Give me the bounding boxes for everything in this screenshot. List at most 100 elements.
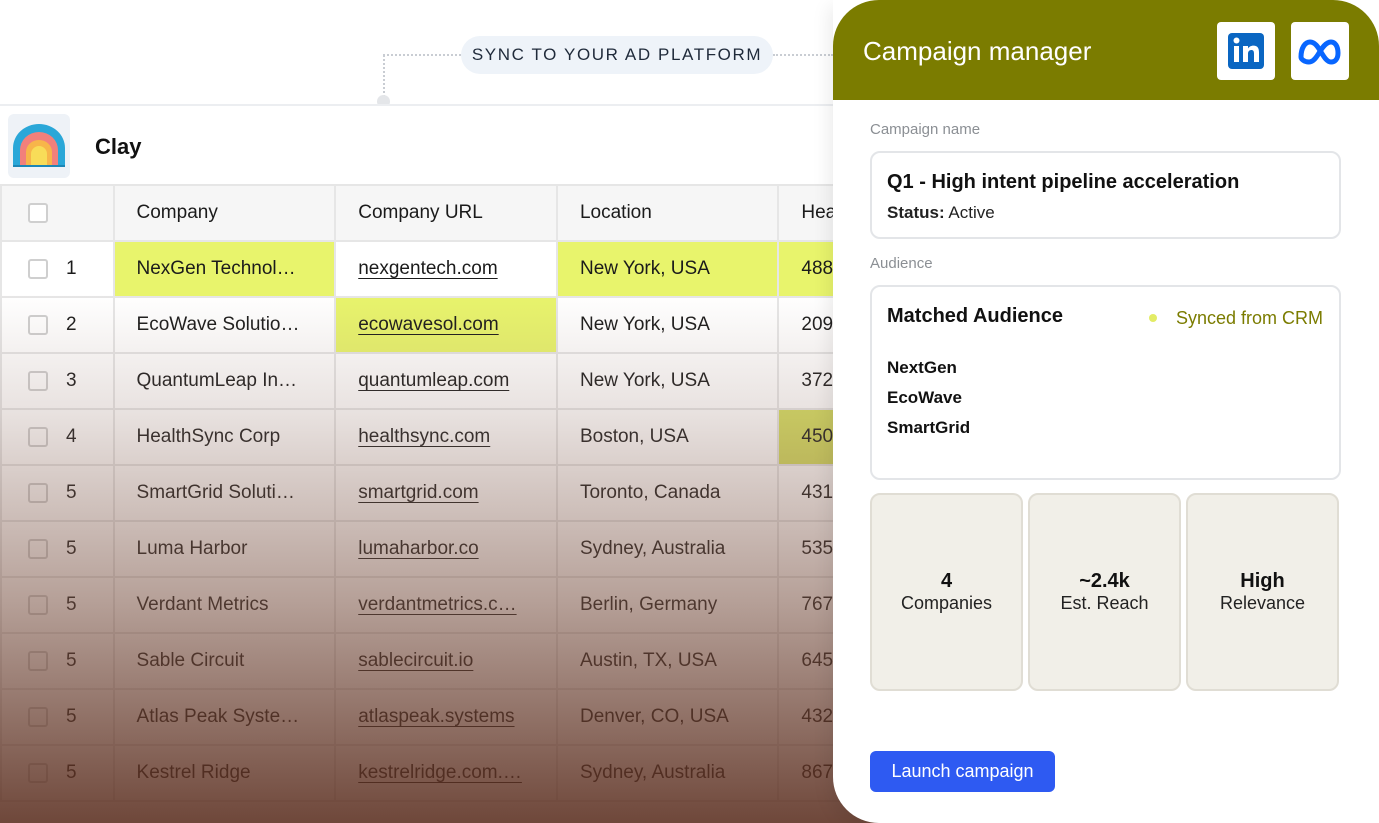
row-checkbox[interactable] xyxy=(28,482,48,503)
table-row[interactable]: 2 EcoWave Solutio… ecowavesol.com New Yo… xyxy=(0,296,880,354)
meta-icon[interactable] xyxy=(1291,22,1349,80)
status-dot-icon xyxy=(1148,314,1157,322)
row-checkbox[interactable] xyxy=(28,314,48,335)
column-header-company-url[interactable]: Company URL xyxy=(334,184,558,242)
stat-card-reach: ~2.4k Est. Reach xyxy=(1028,493,1181,691)
status-value: Active xyxy=(948,203,995,222)
audience-item: EcoWave xyxy=(887,388,962,407)
status-label: Status: xyxy=(887,203,945,222)
location-cell[interactable]: New York, USA xyxy=(555,240,780,298)
company-cell[interactable]: QuantumLeap In… xyxy=(112,352,337,410)
company-cell[interactable]: EcoWave Solutio… xyxy=(112,296,337,354)
audience-source-text: Synced from CRM xyxy=(1175,308,1323,328)
table-row[interactable]: 4 HealthSync Corp healthsync.com Boston,… xyxy=(0,408,880,466)
location-cell[interactable]: New York, USA xyxy=(555,352,780,410)
audience-source: Synced from CRM xyxy=(1148,308,1323,329)
clay-table-card: Clay Company Company URL Location Hea 1 … xyxy=(0,104,880,823)
campaign-name-card[interactable]: Q1 - High intent pipeline acceleration S… xyxy=(870,151,1341,239)
row-checkbox[interactable] xyxy=(28,370,48,391)
company-cell[interactable]: SmartGrid Soluti… xyxy=(112,464,337,522)
table-header-row: Company Company URL Location Hea xyxy=(0,184,880,242)
campaign-name: Q1 - High intent pipeline acceleration xyxy=(887,171,1240,193)
company-url-link[interactable]: atlaspeak.systems xyxy=(358,706,514,727)
campaign-status: Status: Active xyxy=(887,203,995,223)
audience-label: Audience xyxy=(870,255,933,272)
row-number: 5 xyxy=(66,761,77,783)
campaign-manager-panel: Campaign manager Campaign name Q1 - High… xyxy=(833,0,1379,823)
location-cell[interactable]: Berlin, Germany xyxy=(555,576,780,634)
table-row[interactable]: 5 Luma Harbor lumaharbor.co Sydney, Aust… xyxy=(0,520,880,578)
panel-header: Campaign manager xyxy=(833,0,1379,100)
row-number: 4 xyxy=(66,425,77,447)
table-row[interactable]: 3 QuantumLeap In… quantumleap.com New Yo… xyxy=(0,352,880,410)
row-number: 2 xyxy=(66,313,77,335)
stat-label: Companies xyxy=(900,593,993,613)
launch-campaign-button[interactable]: Launch campaign xyxy=(870,751,1055,792)
row-number: 5 xyxy=(66,649,77,671)
stat-card-companies: 4 Companies xyxy=(870,493,1023,691)
row-number: 5 xyxy=(66,537,77,559)
row-checkbox[interactable] xyxy=(28,258,48,279)
company-cell[interactable]: NexGen Technol… xyxy=(112,240,337,298)
company-cell[interactable]: Sable Circuit xyxy=(112,632,337,690)
location-cell[interactable]: Denver, CO, USA xyxy=(555,688,780,746)
row-checkbox[interactable] xyxy=(28,538,48,559)
row-checkbox[interactable] xyxy=(28,594,48,615)
row-number: 5 xyxy=(66,593,77,615)
table-row[interactable]: 5 Sable Circuit sablecircuit.io Austin, … xyxy=(0,632,880,690)
company-url-link[interactable]: ecowavesol.com xyxy=(358,314,498,335)
clay-app-name: Clay xyxy=(95,134,142,159)
column-header-company[interactable]: Company xyxy=(112,184,337,242)
stat-value: High xyxy=(1240,570,1285,592)
company-cell[interactable]: Luma Harbor xyxy=(112,520,337,578)
company-url-link[interactable]: healthsync.com xyxy=(358,426,490,447)
companies-table: Company Company URL Location Hea 1 NexGe… xyxy=(0,184,880,802)
table-row[interactable]: 1 NexGen Technol… nexgentech.com New Yor… xyxy=(0,240,880,298)
table-row[interactable]: 5 Kestrel Ridge kestrelridge.com.… Sydne… xyxy=(0,744,880,802)
company-url-link[interactable]: quantumleap.com xyxy=(358,370,509,391)
location-cell[interactable]: Sydney, Australia xyxy=(555,744,780,802)
audience-list: NextGen EcoWave SmartGrid xyxy=(887,357,970,447)
audience-card[interactable]: Matched Audience Synced from CRM NextGen… xyxy=(870,285,1341,480)
audience-item: NextGen xyxy=(887,358,957,377)
company-cell[interactable]: Atlas Peak Syste… xyxy=(112,688,337,746)
company-url-link[interactable]: smartgrid.com xyxy=(358,482,478,503)
audience-title: Matched Audience xyxy=(887,305,1063,327)
stat-card-relevance: High Relevance xyxy=(1186,493,1339,691)
sync-label: SYNC TO YOUR AD PLATFORM xyxy=(461,36,773,74)
linkedin-icon[interactable] xyxy=(1217,22,1275,80)
row-checkbox[interactable] xyxy=(28,426,48,447)
select-all-cell xyxy=(0,184,115,242)
location-cell[interactable]: Toronto, Canada xyxy=(555,464,780,522)
column-header-location[interactable]: Location xyxy=(555,184,780,242)
location-cell[interactable]: Boston, USA xyxy=(555,408,780,466)
row-checkbox[interactable] xyxy=(28,706,48,727)
location-cell[interactable]: Austin, TX, USA xyxy=(555,632,780,690)
clay-logo-icon xyxy=(8,114,70,178)
company-url-link[interactable]: lumaharbor.co xyxy=(358,538,478,559)
row-checkbox[interactable] xyxy=(28,762,48,783)
company-url-link[interactable]: verdantmetrics.c… xyxy=(358,594,516,615)
location-cell[interactable]: New York, USA xyxy=(555,296,780,354)
table-row[interactable]: 5 SmartGrid Soluti… smartgrid.com Toront… xyxy=(0,464,880,522)
row-number: 3 xyxy=(66,369,77,391)
table-row[interactable]: 5 Verdant Metrics verdantmetrics.c… Berl… xyxy=(0,576,880,634)
clay-header: Clay xyxy=(0,106,880,184)
row-number: 1 xyxy=(66,257,77,279)
select-all-checkbox[interactable] xyxy=(28,202,48,223)
stat-label: Relevance xyxy=(1219,593,1306,613)
company-url-link[interactable]: sablecircuit.io xyxy=(358,650,473,671)
audience-item: SmartGrid xyxy=(887,418,971,437)
company-cell[interactable]: HealthSync Corp xyxy=(112,408,337,466)
row-checkbox[interactable] xyxy=(28,650,48,671)
campaign-name-label: Campaign name xyxy=(870,121,981,138)
stat-label: Est. Reach xyxy=(1060,593,1149,613)
row-number: 5 xyxy=(66,705,77,727)
company-cell[interactable]: Kestrel Ridge xyxy=(112,744,337,802)
company-cell[interactable]: Verdant Metrics xyxy=(112,576,337,634)
company-url-link[interactable]: kestrelridge.com.… xyxy=(358,762,522,783)
table-row[interactable]: 5 Atlas Peak Syste… atlaspeak.systems De… xyxy=(0,688,880,746)
row-number: 5 xyxy=(66,481,77,503)
company-url-link[interactable]: nexgentech.com xyxy=(358,258,497,279)
location-cell[interactable]: Sydney, Australia xyxy=(555,520,780,578)
